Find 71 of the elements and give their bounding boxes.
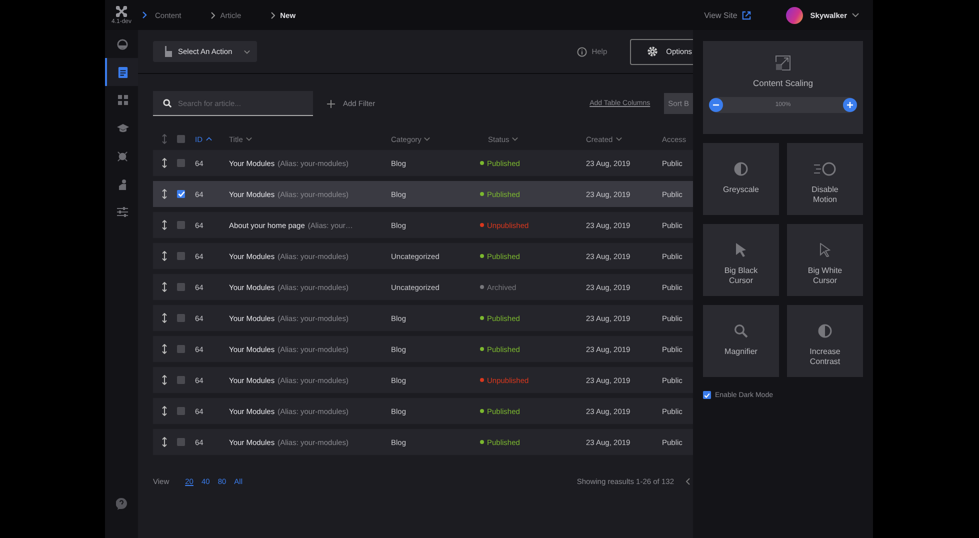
row-checkbox[interactable]: [177, 252, 185, 260]
drag-handle-icon[interactable]: [162, 251, 167, 261]
chevron-down-icon: [244, 50, 250, 54]
chevron-down-icon: [246, 137, 252, 141]
accessibility-tile[interactable]: Magnifier: [703, 305, 779, 377]
accessibility-tile[interactable]: Disable Motion: [787, 143, 863, 215]
accessibility-tile[interactable]: Increase Contrast: [787, 305, 863, 377]
half-circle-icon: [734, 162, 748, 176]
magnifier-icon: [734, 324, 748, 338]
resize-icon: [775, 55, 791, 71]
chevron-down-icon: [616, 137, 622, 141]
graduation-cap-icon: [116, 124, 128, 132]
help-icon[interactable]: [116, 498, 127, 510]
row-checkbox[interactable]: [177, 376, 185, 384]
drag-handle-icon[interactable]: [162, 282, 167, 292]
decrease-button[interactable]: [709, 98, 723, 112]
accessibility-tile[interactable]: Big Black Cursor: [703, 224, 779, 296]
row-checkbox[interactable]: [177, 345, 185, 353]
gauge-icon: [117, 38, 128, 50]
info-icon[interactable]: [576, 46, 587, 56]
grid-icon: [118, 95, 128, 105]
user-icon: [118, 178, 128, 190]
row-checkbox[interactable]: [177, 407, 185, 415]
settings-icon: [647, 46, 658, 57]
drag-handle-icon[interactable]: [162, 375, 167, 385]
motion-circle-icon: [814, 162, 836, 176]
document-icon: [118, 66, 128, 78]
drag-handle-icon: [162, 134, 167, 144]
accessibility-tile[interactable]: Big White Cursor: [787, 224, 863, 296]
search-icon: [163, 99, 172, 108]
accessibility-tile[interactable]: Greyscale: [703, 143, 779, 215]
chevron-right-icon: [211, 12, 216, 18]
increase-button[interactable]: [842, 98, 857, 112]
sliders-icon: [117, 207, 128, 217]
checkmark-icon: [178, 191, 184, 197]
chevron-down-icon: [512, 137, 518, 141]
drag-handle-icon[interactable]: [162, 189, 167, 199]
drag-handle-icon[interactable]: [162, 313, 167, 323]
cursor-icon: [736, 243, 746, 257]
row-checkbox[interactable]: [177, 283, 185, 291]
drag-handle-icon[interactable]: [162, 220, 167, 230]
select-all-checkbox[interactable]: [177, 135, 185, 143]
row-checkbox[interactable]: [177, 159, 185, 167]
dark-mode-checkbox[interactable]: [703, 391, 711, 399]
row-checkbox[interactable]: [177, 438, 185, 446]
checkmark-icon: [704, 392, 710, 398]
row-checkbox[interactable]: [177, 314, 185, 322]
chevron-right-icon: [271, 12, 276, 18]
plus-icon: [327, 100, 335, 108]
drag-handle-icon[interactable]: [162, 344, 167, 354]
chevron-left-icon[interactable]: [686, 478, 690, 484]
bug-icon: [117, 150, 128, 162]
chevron-down-icon: [424, 137, 430, 141]
content-scaling-title: Content Scaling: [752, 78, 813, 88]
drag-handle-icon[interactable]: [162, 158, 167, 168]
chevron-up-icon: [206, 137, 212, 141]
cursor-outline-icon: [820, 243, 830, 257]
external-link-icon[interactable]: [742, 10, 752, 20]
row-checkbox[interactable]: [177, 190, 185, 198]
view-site-link[interactable]: View Site: [704, 10, 738, 20]
drag-handle-icon[interactable]: [162, 437, 167, 447]
chevron-right-icon[interactable]: [142, 11, 147, 19]
sidebar-item[interactable]: [105, 58, 138, 86]
minus-icon: [713, 104, 719, 106]
chevron-down-icon[interactable]: [852, 13, 859, 17]
drag-handle-icon[interactable]: [162, 406, 167, 416]
avatar[interactable]: [786, 6, 804, 24]
half-circle-icon: [818, 324, 832, 338]
logo-icon[interactable]: [116, 6, 127, 16]
plus-icon: [846, 102, 853, 108]
row-checkbox[interactable]: [177, 221, 185, 229]
